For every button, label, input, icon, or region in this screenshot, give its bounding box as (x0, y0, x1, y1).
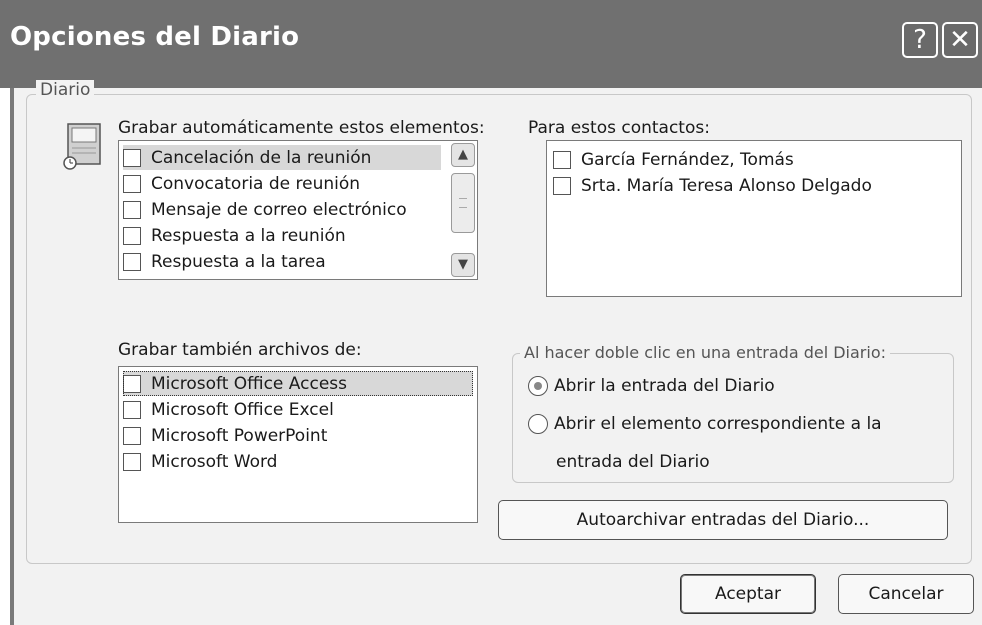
checkbox[interactable] (123, 400, 141, 419)
checkbox[interactable] (553, 176, 571, 195)
checkbox[interactable] (123, 426, 141, 445)
help-button[interactable]: ? (902, 22, 938, 58)
autoarchive-button[interactable]: Autoarchivar entradas del Diario... (498, 500, 948, 540)
list-item[interactable]: Microsoft Word (123, 449, 277, 474)
contacts-list[interactable]: García Fernández, Tomás Srta. María Tere… (546, 140, 962, 297)
auto-record-label: Grabar automáticamente estos elementos: (118, 118, 485, 138)
item-label: Convocatoria de reunión (151, 173, 361, 194)
chevron-up-icon: ▲ (458, 147, 468, 162)
double-click-label: Al hacer doble clic en una entrada del D… (520, 343, 891, 362)
files-label: Grabar también archivos de: (118, 340, 362, 360)
scroll-down-button[interactable]: ▼ (451, 253, 475, 277)
window-title: Opciones del Diario (10, 22, 300, 52)
list-item[interactable]: Respuesta a la tarea (123, 249, 326, 274)
checkbox[interactable] (123, 174, 141, 193)
item-label: Srta. María Teresa Alonso Delgado (581, 175, 872, 196)
list-item[interactable]: Microsoft Office Access (123, 371, 473, 396)
cancel-button[interactable]: Cancelar (838, 574, 974, 614)
checkbox[interactable] (123, 452, 141, 471)
chevron-down-icon: ▼ (458, 257, 468, 272)
radio-open-entry[interactable]: Abrir la entrada del Diario (528, 376, 775, 396)
help-icon: ? (913, 25, 927, 55)
radio-button-selected[interactable] (528, 376, 548, 396)
close-icon: ✕ (949, 25, 971, 55)
item-label: Microsoft Office Access (151, 373, 347, 394)
ok-button[interactable]: Aceptar (680, 574, 816, 614)
item-label: Mensaje de correo electrónico (151, 199, 407, 220)
checkbox[interactable] (553, 150, 571, 169)
checkbox[interactable] (123, 200, 141, 219)
checkbox[interactable] (123, 252, 141, 271)
title-bar: Opciones del Diario ? ✕ (0, 0, 982, 88)
list-item[interactable]: Microsoft PowerPoint (123, 423, 327, 448)
ok-label: Aceptar (715, 584, 781, 604)
close-button[interactable]: ✕ (942, 22, 978, 58)
item-label: Respuesta a la reunión (151, 225, 346, 246)
radio-label: Abrir la entrada del Diario (554, 376, 775, 396)
item-label: García Fernández, Tomás (581, 149, 794, 170)
radio-label: Abrir el elemento correspondiente a la (554, 414, 882, 434)
list-item[interactable]: Microsoft Office Excel (123, 397, 334, 422)
list-item[interactable]: Mensaje de correo electrónico (123, 197, 407, 222)
list-item[interactable]: Cancelación de la reunión (123, 145, 441, 170)
item-label: Microsoft Word (151, 451, 278, 472)
cancel-label: Cancelar (868, 584, 944, 604)
list-item[interactable]: Srta. María Teresa Alonso Delgado (553, 173, 872, 198)
scroll-up-button[interactable]: ▲ (451, 143, 475, 167)
list-item[interactable]: Respuesta a la reunión (123, 223, 346, 248)
contacts-label: Para estos contactos: (528, 118, 710, 138)
radio-open-item[interactable]: Abrir el elemento correspondiente a la (528, 414, 882, 434)
item-label: Microsoft PowerPoint (151, 425, 328, 446)
autoarchive-label: Autoarchivar entradas del Diario... (576, 510, 870, 530)
list-item[interactable]: García Fernández, Tomás (553, 147, 794, 172)
list-item[interactable]: Convocatoria de reunión (123, 171, 360, 196)
files-list[interactable]: Microsoft Office Access Microsoft Office… (118, 366, 478, 523)
scroll-thumb[interactable] (451, 173, 475, 233)
auto-record-list[interactable]: Cancelación de la reunión Convocatoria d… (118, 140, 478, 280)
radio-label-continued: entrada del Diario (556, 452, 710, 472)
checkbox[interactable] (123, 374, 141, 393)
item-label: Respuesta a la tarea (151, 251, 326, 272)
journal-icon (63, 123, 101, 170)
item-label: Cancelación de la reunión (151, 147, 372, 168)
checkbox[interactable] (123, 148, 141, 167)
group-label: Diario (36, 80, 95, 100)
checkbox[interactable] (123, 226, 141, 245)
radio-button[interactable] (528, 414, 548, 434)
item-label: Microsoft Office Excel (151, 399, 334, 420)
scrollbar[interactable]: ▲ ▼ (451, 143, 475, 277)
